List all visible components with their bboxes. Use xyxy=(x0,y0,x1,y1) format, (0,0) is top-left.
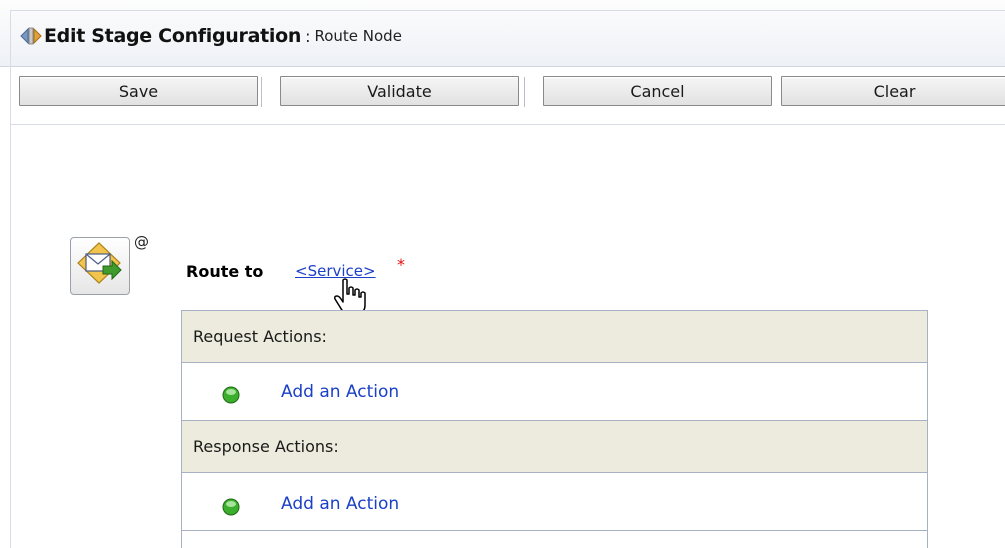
toolbar-divider xyxy=(261,77,262,107)
page-title-text: Edit Stage Configuration xyxy=(44,25,302,47)
validate-button[interactable]: Validate xyxy=(280,76,519,106)
response-add-action-row: Add an Action xyxy=(182,473,927,531)
add-action-icon[interactable] xyxy=(222,386,240,404)
response-actions-label: Response Actions: xyxy=(193,437,339,456)
save-button[interactable]: Save xyxy=(19,76,258,106)
request-actions-label: Request Actions: xyxy=(193,327,327,346)
at-symbol: @ xyxy=(134,233,149,251)
route-envelope-icon[interactable] xyxy=(70,237,130,295)
request-add-action-link[interactable]: Add an Action xyxy=(281,382,399,402)
clear-button[interactable]: Clear xyxy=(781,76,1005,106)
title-separator: : xyxy=(305,26,311,46)
request-add-action-row: Add an Action xyxy=(182,363,927,421)
route-envelope-graphic xyxy=(77,242,122,284)
actions-table: Request Actions: Add an Action Response … xyxy=(181,310,928,548)
page-title: Edit Stage Configuration : Route Node xyxy=(20,24,402,48)
page-subtitle: Route Node xyxy=(314,27,402,45)
stage-config-icon xyxy=(20,27,42,45)
response-actions-header: Response Actions: xyxy=(182,421,927,473)
toolbar: Save Validate Cancel Clear xyxy=(10,67,1005,125)
add-action-icon[interactable] xyxy=(222,498,240,516)
route-to-label: Route to xyxy=(186,262,264,281)
response-add-action-link[interactable]: Add an Action xyxy=(281,494,399,514)
page-header: Edit Stage Configuration : Route Node xyxy=(0,0,1005,67)
cancel-button[interactable]: Cancel xyxy=(543,76,772,106)
required-marker: * xyxy=(397,255,405,274)
toolbar-divider xyxy=(524,77,525,107)
request-actions-header: Request Actions: xyxy=(182,311,927,363)
